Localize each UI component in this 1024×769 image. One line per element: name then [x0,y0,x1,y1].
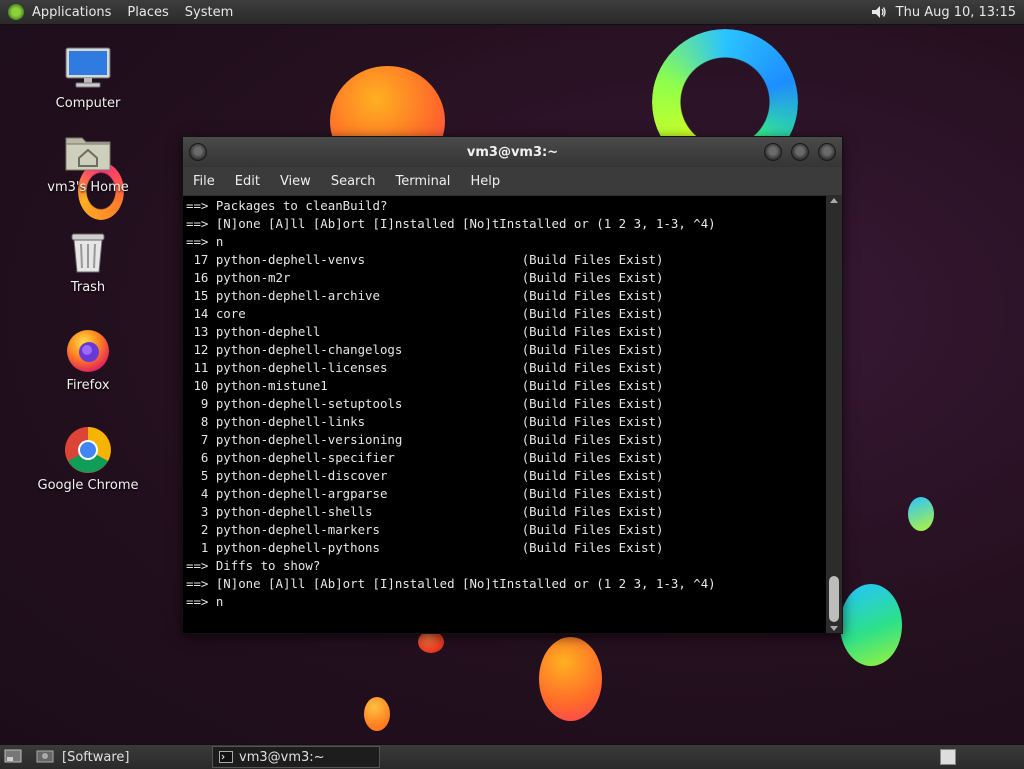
desktop-icon-label: Firefox [66,378,110,393]
terminal-line: 17 python-dephell-venvs (Build Files Exi… [186,252,664,267]
terminal-line: 3 python-dephell-shells (Build Files Exi… [186,504,664,519]
applications-logo-icon[interactable] [8,4,24,20]
menu-help[interactable]: Help [460,174,510,189]
firefox-icon [64,326,112,374]
desktop-icon-chrome[interactable]: Google Chrome [33,426,143,493]
menu-terminal[interactable]: Terminal [385,174,460,189]
bottom-panel: [Software] vm3@vm3:~ [0,744,1024,769]
terminal-line: ==> Diffs to show? [186,558,321,573]
terminal-menubar: File Edit View Search Terminal Help [183,167,842,195]
computer-icon [64,44,112,92]
desktop-icon-label: vm3's Home [47,180,129,195]
terminal-text: ==> Packages to cleanBuild? ==> [N]one [A… [183,196,826,611]
terminal-line: 2 python-dephell-markers (Build Files Ex… [186,522,664,537]
wallpaper-green-blob [908,497,934,531]
wallpaper-green-blob [840,584,902,666]
menu-view[interactable]: View [270,174,321,189]
wallpaper-red-blob [418,631,444,653]
terminal-line: ==> [N]one [A]ll [Ab]ort [I]nstalled [No… [186,216,716,231]
menu-search[interactable]: Search [321,174,386,189]
terminal-line: ==> n [186,234,224,249]
desktop-icon-trash[interactable]: Trash [33,228,143,295]
terminal-line: ==> n [186,594,224,609]
workspace-switcher-icon[interactable] [940,749,956,765]
chrome-icon [64,426,112,474]
terminal-window-icon [219,751,233,763]
terminal-line: 15 python-dephell-archive (Build Files E… [186,288,664,303]
scrollbar-thumb[interactable] [829,576,839,622]
desktop-icon-label: Google Chrome [37,478,139,493]
terminal-line: 9 python-dephell-setuptools (Build Files… [186,396,664,411]
terminal-line: 4 python-dephell-argparse (Build Files E… [186,486,664,501]
window-titlebar[interactable]: vm3@vm3:~ [183,137,842,167]
terminal-line: 6 python-dephell-specifier (Build Files … [186,450,664,465]
desktop-icon-computer[interactable]: Computer [33,44,143,111]
taskbar-item-terminal[interactable]: vm3@vm3:~ [212,746,380,768]
menu-file[interactable]: File [183,174,225,189]
scroll-down-arrow-icon[interactable] [830,626,838,631]
menu-applications[interactable]: Applications [24,5,119,20]
terminal-line: 16 python-m2r (Build Files Exist) [186,270,664,285]
taskbar-item-label: vm3@vm3:~ [239,749,325,765]
desktop-icon-label: Trash [70,280,106,295]
terminal-line: ==> Packages to cleanBuild? [186,198,388,213]
terminal-line: 12 python-dephell-changelogs (Build File… [186,342,664,357]
taskbar-item-label: [Software] [62,749,130,765]
menu-places[interactable]: Places [119,5,176,20]
terminal-line: 7 python-dephell-versioning (Build Files… [186,432,664,447]
terminal-line: 11 python-dephell-licenses (Build Files … [186,360,664,375]
menu-edit[interactable]: Edit [225,174,270,189]
desktop-icon-home[interactable]: vm3's Home [33,128,143,195]
top-panel: Applications Places System Thu Aug 10, 1… [0,0,1024,25]
maximize-button[interactable] [791,143,809,161]
desktop-icon-firefox[interactable]: Firefox [33,326,143,393]
menu-system[interactable]: System [177,5,241,20]
terminal-window[interactable]: vm3@vm3:~ File Edit View Search Terminal… [182,136,843,634]
trash-icon [64,228,112,276]
scroll-up-arrow-icon[interactable] [830,198,838,203]
terminal-line: 1 python-dephell-pythons (Build Files Ex… [186,540,664,555]
volume-icon[interactable] [870,3,888,21]
wallpaper-orange-blob [364,697,390,731]
terminal-line: 13 python-dephell (Build Files Exist) [186,324,664,339]
terminal-line: ==> [N]one [A]ll [Ab]ort [I]nstalled [No… [186,576,716,591]
show-desktop-icon[interactable] [4,748,22,764]
wallpaper-orange-blob [539,637,602,721]
taskbar-item-software[interactable]: [Software] [56,747,198,767]
window-title: vm3@vm3:~ [466,144,559,160]
window-menu-icon[interactable] [189,143,207,161]
terminal-line: 10 python-mistune1 (Build Files Exist) [186,378,664,393]
close-button[interactable] [818,143,836,161]
clock[interactable]: Thu Aug 10, 13:15 [896,5,1024,20]
minimize-button[interactable] [764,143,782,161]
terminal-output[interactable]: ==> Packages to cleanBuild? ==> [N]one [A… [183,196,826,633]
terminal-line: 5 python-dephell-discover (Build Files E… [186,468,664,483]
terminal-line: 8 python-dephell-links (Build Files Exis… [186,414,664,429]
desktop-icon-label: Computer [55,96,121,111]
home-folder-icon [64,128,112,176]
terminal-scrollbar[interactable] [826,196,842,633]
terminal-line: 14 core (Build Files Exist) [186,306,664,321]
software-window-icon[interactable] [36,748,54,764]
